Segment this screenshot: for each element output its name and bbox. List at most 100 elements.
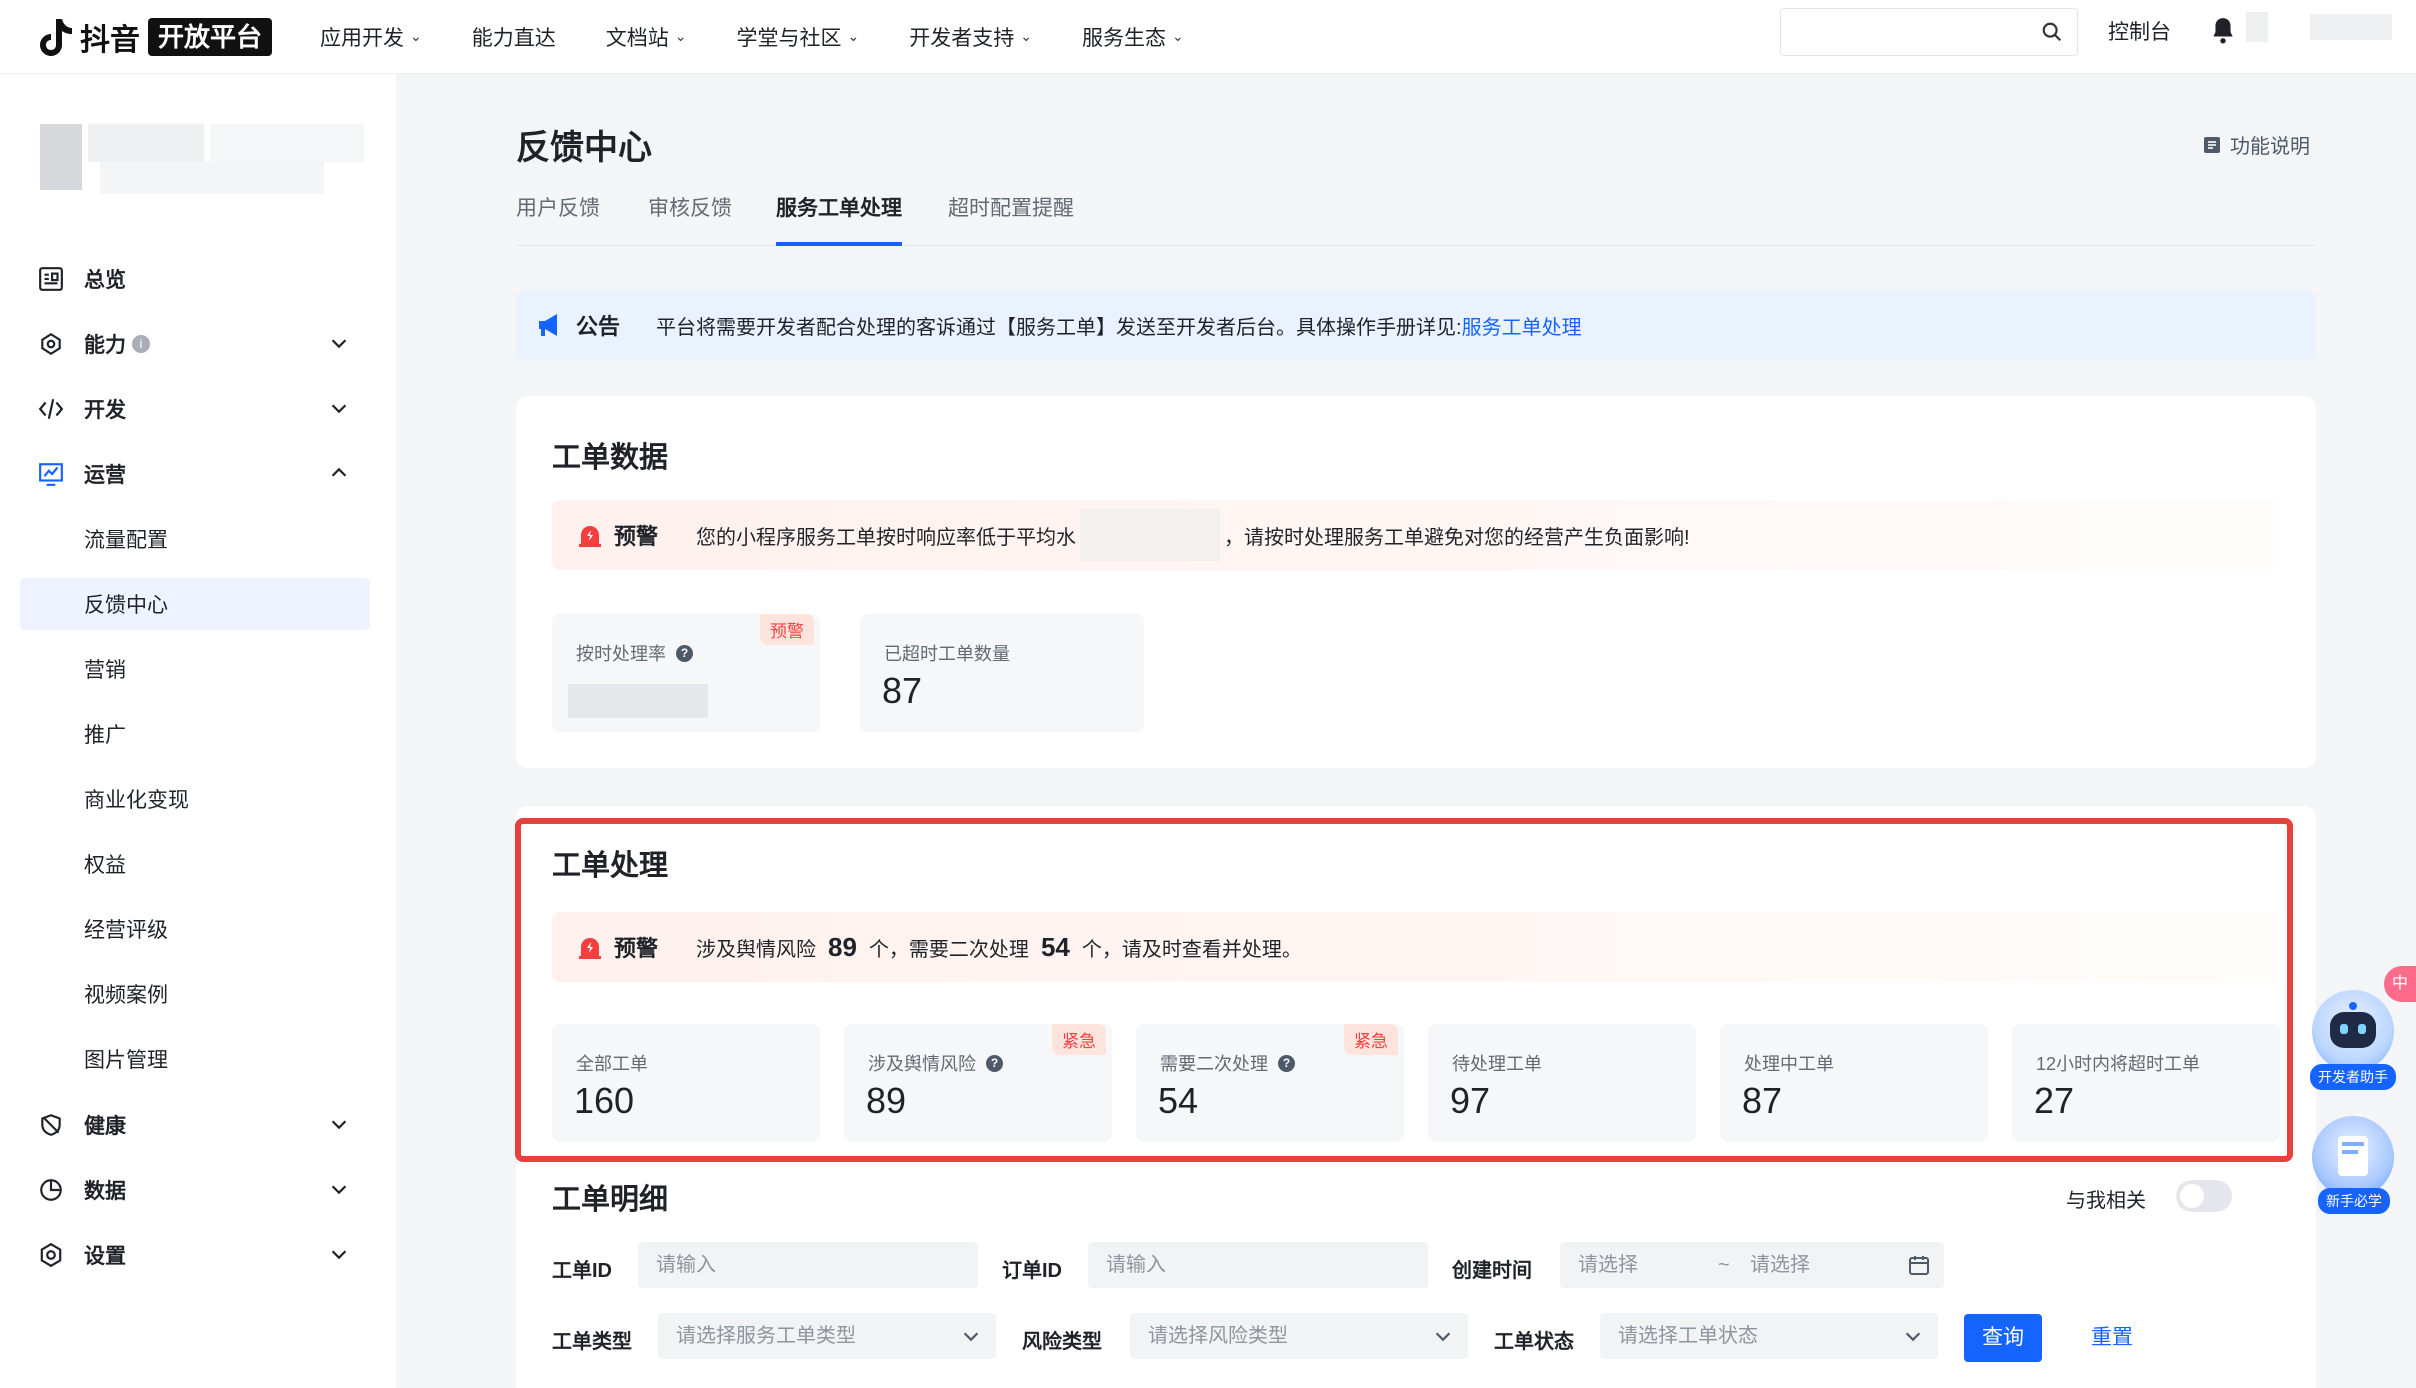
developer-assistant-button[interactable] [2312, 990, 2394, 1072]
avatar[interactable] [2246, 12, 2268, 42]
ticket-data-title: 工单数据 [552, 442, 669, 474]
alarm-icon [579, 526, 601, 547]
newbie-guide-label[interactable]: 新手必学 [2318, 1188, 2390, 1214]
info-icon[interactable]: i [132, 335, 150, 353]
health-icon [36, 1110, 66, 1140]
related-to-me-label: 与我相关 [2066, 1190, 2146, 1212]
ticket-status-label: 工单状态 [1494, 1331, 1574, 1353]
newbie-guide-button[interactable] [2312, 1116, 2394, 1198]
chevron-down-icon[interactable] [328, 1178, 350, 1200]
date-start[interactable]: 请选择 [1578, 1254, 1638, 1276]
sidebar-item-operation[interactable]: 运营 [20, 448, 370, 500]
language-badge[interactable]: 中 [2384, 966, 2416, 1002]
reset-button[interactable]: 重置 [2082, 1314, 2142, 1362]
ticket-type-select[interactable]: 请选择服务工单类型 [658, 1313, 996, 1359]
search-icon [2042, 22, 2062, 42]
document-icon [2204, 136, 2220, 153]
sidebar-sub-feedback[interactable]: 反馈中心 [20, 578, 370, 630]
code-icon [36, 394, 66, 424]
stat-ontime-rate[interactable]: 按时处理率? 预警 [552, 614, 820, 732]
pie-icon [36, 1175, 66, 1205]
sidebar-item-overview[interactable]: 总览 [20, 253, 370, 305]
sidebar-sub-monetization[interactable]: 商业化变现 [20, 773, 370, 825]
announcement-bar: 公告 平台将需要开发者配合处理的客诉通过【服务工单】发送至开发者后台。具体操作手… [516, 290, 2316, 360]
date-range-picker[interactable]: 请选择 ~ 请选择 [1560, 1242, 1944, 1288]
sidebar-sub-images[interactable]: 图片管理 [20, 1033, 370, 1085]
chevron-down-icon: ⌄ [674, 28, 687, 44]
ticket-detail-title: 工单明细 [552, 1184, 669, 1216]
ticket-status-select[interactable]: 请选择工单状态 [1600, 1313, 1938, 1359]
chevron-down-icon [963, 1332, 979, 1342]
date-separator: ~ [1718, 1254, 1730, 1276]
announcement-label: 公告 [576, 314, 621, 339]
username[interactable] [2310, 14, 2392, 40]
nav-item-support[interactable]: 开发者支持 ⌄ [909, 22, 1032, 52]
sidebar-item-ability[interactable]: 能力 i [20, 318, 370, 370]
chevron-up-icon[interactable] [328, 462, 350, 484]
app-name [88, 124, 204, 162]
sidebar-item-settings[interactable]: 设置 [20, 1229, 370, 1281]
date-end[interactable]: 请选择 [1750, 1242, 1810, 1288]
tab-service-ticket[interactable]: 服务工单处理 [776, 192, 902, 246]
help-icon[interactable]: ? [676, 644, 693, 662]
tab-timeout-config[interactable]: 超时配置提醒 [948, 192, 1074, 246]
order-id-input[interactable]: 请输入 [1088, 1242, 1428, 1288]
created-time-label: 创建时间 [1452, 1260, 1532, 1282]
sidebar-item-data[interactable]: 数据 [20, 1164, 370, 1216]
app-avatar [40, 124, 82, 190]
chevron-down-icon: ⌄ [1020, 28, 1032, 44]
nav-item-community[interactable]: 学堂与社区 ⌄ [736, 22, 859, 52]
nav-item-ecosystem[interactable]: 服务生态 ⌄ [1082, 22, 1184, 52]
nav-item-ability[interactable]: 能力直达 [472, 22, 556, 52]
console-link[interactable]: 控制台 [2108, 16, 2171, 46]
sidebar-sub-marketing[interactable]: 营销 [20, 643, 370, 695]
logo[interactable]: 抖音 开放平台 [36, 0, 273, 74]
app-name-bg [210, 124, 364, 162]
chevron-down-icon[interactable] [328, 1243, 350, 1265]
chevron-down-icon[interactable] [328, 397, 350, 419]
nav-item-app-dev[interactable]: 应用开发 ⌄ [320, 22, 422, 52]
redacted-value [568, 684, 708, 718]
function-doc-link[interactable]: 功能说明 [2202, 130, 2310, 159]
order-id-label: 订单ID [1002, 1260, 1062, 1282]
calendar-icon [1909, 1256, 1929, 1275]
ability-icon [36, 329, 66, 359]
sidebar-item-develop[interactable]: 开发 [20, 383, 370, 435]
warning-text: 您的小程序服务工单按时响应率低于平均水 ，请按时处理服务工单避免对您的经营产生负… [696, 509, 1690, 561]
sidebar-sub-video-cases[interactable]: 视频案例 [20, 968, 370, 1020]
ticket-data-warning: 预警 您的小程序服务工单按时响应率低于平均水 ，请按时处理服务工单避免对您的经营… [552, 500, 2280, 570]
sidebar-sub-rights[interactable]: 权益 [20, 838, 370, 890]
overview-icon [36, 264, 66, 294]
tab-user-feedback[interactable]: 用户反馈 [516, 192, 600, 246]
related-to-me-toggle[interactable] [2176, 1180, 2232, 1212]
settings-icon [36, 1240, 66, 1270]
announcement-link[interactable]: 服务工单处理 [1462, 311, 1582, 340]
developer-assistant-label[interactable]: 开发者助手 [2310, 1064, 2396, 1090]
sidebar-item-health[interactable]: 健康 [20, 1099, 370, 1151]
stat-timeout-count[interactable]: 已超时工单数量 87 [860, 614, 1144, 732]
ticket-data-card: 工单数据 预警 您的小程序服务工单按时响应率低于平均水 ，请按时处理服务工单避免… [516, 396, 2316, 768]
robot-icon [2330, 1002, 2376, 1048]
chevron-down-icon [1435, 1332, 1451, 1342]
risk-type-select[interactable]: 请选择风险类型 [1130, 1313, 1468, 1359]
ticket-id-input[interactable]: 请输入 [638, 1242, 978, 1288]
chevron-down-icon: ⌄ [847, 28, 860, 44]
highlight-frame [515, 818, 2293, 1162]
search-input[interactable] [1780, 8, 2078, 56]
risk-type-label: 风险类型 [1022, 1331, 1102, 1353]
redacted-value [1080, 509, 1221, 561]
ticket-id-label: 工单ID [552, 1260, 612, 1282]
tab-review-feedback[interactable]: 审核反馈 [648, 192, 732, 246]
sidebar-sub-promotion[interactable]: 推广 [20, 708, 370, 760]
query-button[interactable]: 查询 [1964, 1314, 2042, 1362]
sidebar-sub-traffic[interactable]: 流量配置 [20, 513, 370, 565]
sidebar-sub-rating[interactable]: 经营评级 [20, 903, 370, 955]
nav-item-docs[interactable]: 文档站 ⌄ [606, 22, 687, 52]
chevron-down-icon[interactable] [328, 332, 350, 354]
announcement-text: 平台将需要开发者配合处理的客诉通过【服务工单】发送至开发者后台。具体操作手册详见… [656, 316, 1462, 339]
chart-icon [36, 459, 66, 489]
chevron-down-icon: ⌄ [1171, 28, 1184, 44]
bell-icon[interactable] [2210, 16, 2236, 44]
chevron-down-icon[interactable] [328, 1113, 350, 1135]
tab-bar: 用户反馈 审核反馈 服务工单处理 超时配置提醒 [516, 192, 2316, 246]
